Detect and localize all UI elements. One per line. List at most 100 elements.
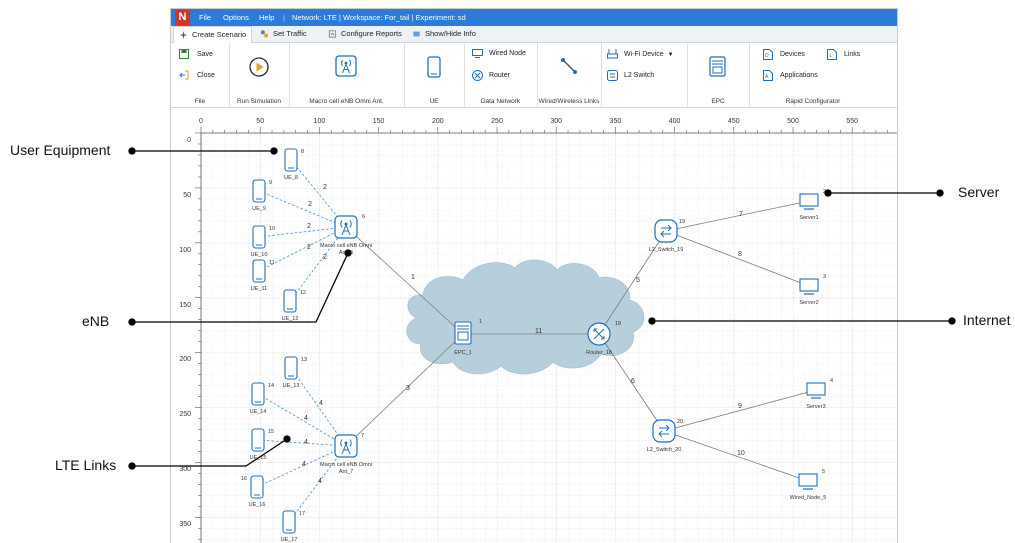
node-id: 12 bbox=[300, 290, 306, 296]
group-ue: UE bbox=[404, 43, 465, 107]
link-label: 9 bbox=[738, 403, 742, 410]
node-id: 1 bbox=[479, 319, 482, 325]
group-links: Wired/Wireless Links bbox=[537, 43, 602, 107]
switch-icon bbox=[654, 219, 678, 243]
link-label: 4 bbox=[302, 461, 306, 468]
ruler-x-label: 50 bbox=[256, 118, 264, 125]
wifi-device-icon bbox=[607, 49, 618, 59]
node-label: Server3 bbox=[806, 404, 825, 410]
enb-icon bbox=[334, 215, 358, 239]
node-id: 20 bbox=[677, 419, 683, 425]
link-label: 4 bbox=[304, 439, 308, 446]
ue-tool-button[interactable] bbox=[427, 56, 441, 78]
node-label: Ant_6 bbox=[339, 250, 353, 256]
link-label: 2 bbox=[323, 184, 327, 191]
node-id: 8 bbox=[301, 149, 304, 155]
ruler-y-label: 0 bbox=[187, 137, 191, 144]
ruler-y-label: 300 bbox=[179, 466, 191, 473]
tab-set-traffic[interactable]: Set Traffic bbox=[255, 26, 312, 42]
router-button[interactable]: Router bbox=[472, 70, 510, 81]
node-label: Server1 bbox=[799, 215, 818, 221]
enb-icon bbox=[334, 434, 358, 458]
close-button[interactable]: Close bbox=[179, 70, 215, 80]
save-button[interactable]: Save bbox=[179, 49, 213, 59]
links-button[interactable]: L Links bbox=[827, 49, 860, 60]
network-canvas[interactable]: 0 50 100 150 200 250 300 350 400 450 500… bbox=[171, 108, 897, 543]
monitor-icon bbox=[806, 382, 826, 396]
link-label: 2 bbox=[307, 244, 311, 251]
close-icon bbox=[179, 70, 189, 80]
tab-configure-reports[interactable]: Configure Reports bbox=[323, 26, 407, 42]
monitor-icon bbox=[799, 193, 819, 207]
menu-help[interactable]: Help bbox=[259, 13, 274, 22]
ruler-y-label: 50 bbox=[183, 192, 191, 199]
ruler-x-label: 550 bbox=[846, 118, 858, 125]
group-wifi: Wi-Fi Device ▼ L2 Switch bbox=[601, 43, 688, 107]
group-label-data: Data Network bbox=[480, 98, 521, 105]
enb-tool-button[interactable] bbox=[335, 55, 357, 77]
group-label-links: Wired/Wireless Links bbox=[538, 98, 600, 105]
node-label: UE_16 bbox=[249, 502, 266, 508]
node-id: 15 bbox=[268, 429, 274, 435]
devices-button[interactable]: D Devices bbox=[763, 49, 805, 60]
node-label: UE_13 bbox=[283, 383, 300, 389]
ruler-x-label: 250 bbox=[491, 118, 503, 125]
links-icon: L bbox=[827, 49, 837, 60]
group-file: Save Close File bbox=[171, 43, 230, 107]
epc-tool-button[interactable] bbox=[709, 56, 726, 77]
node-id: 14 bbox=[268, 383, 274, 389]
wired-node-button[interactable]: Wired Node bbox=[472, 49, 526, 58]
menu-file[interactable]: File bbox=[199, 13, 211, 22]
switch-icon bbox=[607, 70, 618, 81]
group-label-rapid: Rapid Configurator bbox=[785, 98, 841, 105]
link-label: 2 bbox=[307, 223, 311, 230]
node-id: 13 bbox=[301, 357, 307, 363]
node-label: EPC_1 bbox=[454, 350, 471, 356]
ruler-y-label: 350 bbox=[179, 521, 191, 528]
ruler-x-label: 100 bbox=[314, 118, 326, 125]
traffic-icon bbox=[260, 30, 269, 38]
node-label: UE_9 bbox=[252, 206, 266, 212]
node-label: Ant_7 bbox=[339, 469, 353, 475]
l2-switch-button[interactable]: L2 Switch bbox=[607, 70, 654, 81]
callout-internet: Internet bbox=[963, 312, 1011, 328]
devices-icon: D bbox=[763, 49, 773, 60]
ruler-y-label: 150 bbox=[179, 302, 191, 309]
wifi-device-dropdown[interactable]: Wi-Fi Device ▼ bbox=[607, 49, 674, 59]
node-id: 4 bbox=[830, 378, 833, 384]
node-id: 6 bbox=[362, 214, 365, 220]
window-title: Network: LTE | Workspace: For_tail | Exp… bbox=[292, 13, 466, 22]
monitor-icon bbox=[472, 49, 483, 58]
monitor-icon bbox=[798, 473, 818, 487]
node-label: L2_Switch_19 bbox=[649, 247, 684, 253]
run-simulation-button[interactable] bbox=[249, 57, 269, 77]
node-id: 16 bbox=[241, 476, 247, 482]
applications-button[interactable]: A Applications bbox=[763, 70, 818, 81]
link-label: 8 bbox=[738, 251, 742, 258]
node-label: L2_Switch_20 bbox=[647, 447, 682, 453]
link-label: 6 bbox=[631, 378, 635, 385]
link-label: 2 bbox=[323, 254, 327, 261]
callout-server: Server bbox=[958, 184, 1000, 200]
callout-enb: eNB bbox=[82, 313, 110, 329]
ruler-x-label: 350 bbox=[610, 118, 622, 125]
link-tool-button[interactable] bbox=[560, 57, 578, 75]
node-id: 18 bbox=[615, 321, 621, 327]
menu-options[interactable]: Options bbox=[223, 13, 249, 22]
epc-icon bbox=[454, 321, 472, 345]
netsim-logo: N bbox=[175, 10, 190, 25]
link-label: 1 bbox=[411, 274, 415, 281]
group-label-enb: Macro cell eNB Omni Ant. bbox=[309, 98, 384, 105]
ruler-y-label: 100 bbox=[179, 247, 191, 254]
tab-show-hide-info[interactable]: Show/Hide Info bbox=[407, 26, 481, 42]
tab-create-scenario[interactable]: Create Scenario bbox=[173, 26, 253, 44]
node-label: UE_11 bbox=[251, 286, 267, 292]
link-label: 2 bbox=[308, 201, 312, 208]
node-id: 9 bbox=[269, 180, 272, 186]
group-label-ue: UE bbox=[429, 98, 439, 105]
app-window: N File Options Help | Network: LTE | Wor… bbox=[170, 8, 898, 543]
node-id: 7 bbox=[361, 433, 364, 439]
ruler-x-label: 300 bbox=[550, 118, 562, 125]
sparkle-icon bbox=[179, 31, 188, 40]
svg-text:L: L bbox=[830, 53, 833, 59]
